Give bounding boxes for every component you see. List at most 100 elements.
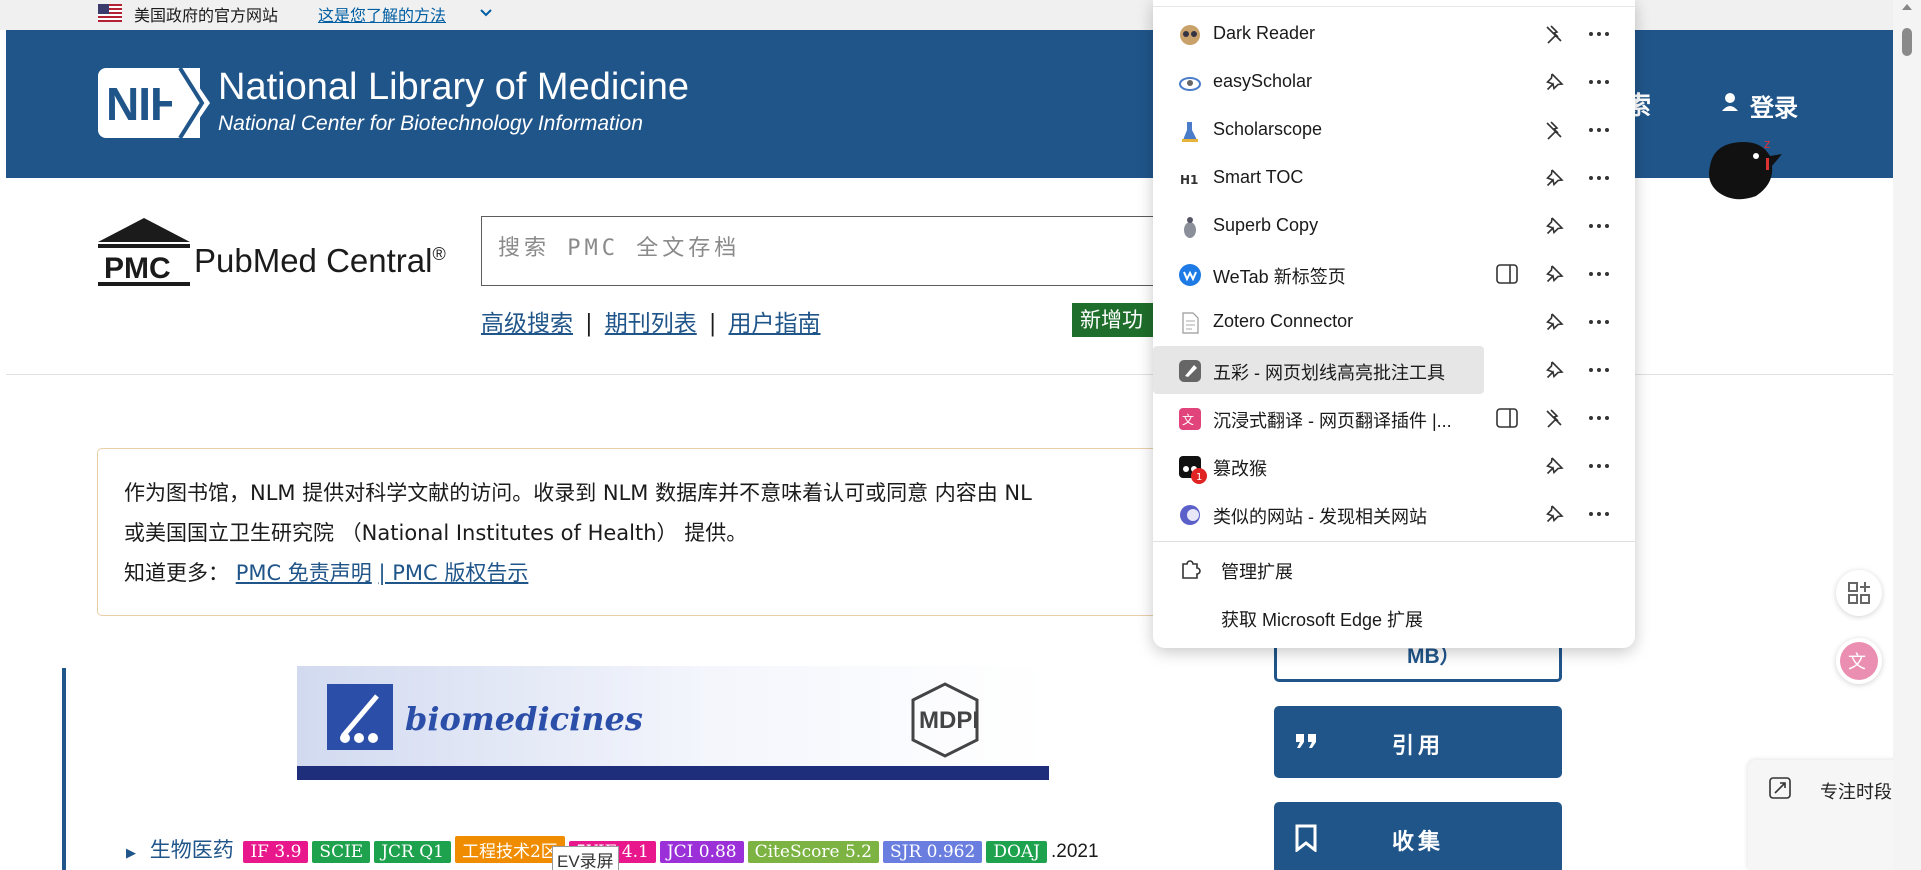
cite-button[interactable]: 引用 <box>1274 706 1562 778</box>
pin-icon[interactable] <box>1543 311 1565 333</box>
pin-icon[interactable] <box>1543 455 1565 477</box>
pin-icon[interactable] <box>1543 215 1565 237</box>
search-input[interactable] <box>496 235 1100 262</box>
more-options-icon[interactable] <box>1588 271 1610 277</box>
more-options-icon[interactable] <box>1588 367 1610 373</box>
pin-icon[interactable] <box>1543 71 1565 93</box>
more-options-icon[interactable] <box>1588 79 1610 85</box>
tag-sjr: SJR 0.962 <box>882 841 983 863</box>
extension-name: 类似的网站 - 发现相关网站 <box>1213 507 1427 527</box>
extension-item-scholarscope[interactable]: Scholarscope <box>1153 106 1635 154</box>
pin-icon[interactable] <box>1543 263 1565 285</box>
extension-item-wucai[interactable]: 五彩 - 网页划线高亮批注工具 <box>1153 346 1635 394</box>
pmc-copyright-link[interactable]: | PMC 版权告示 <box>379 561 529 585</box>
pmc-title-text: PubMed Central <box>194 242 433 279</box>
side-panel-icon[interactable] <box>1496 264 1518 284</box>
manage-extensions-link[interactable]: 管理扩展 <box>1221 558 1293 584</box>
extension-name: Scholarscope <box>1213 119 1323 139</box>
notice-line-1: 作为图书馆，NLM 提供对科学文献的访问。收录到 NLM 数据库并不意味着认可或… <box>124 481 1032 505</box>
scrollbar-thumb[interactable] <box>1902 28 1912 56</box>
dark-reader-icon <box>1180 25 1200 45</box>
journal-banner-graphic: biomedicines MDPI <box>297 666 1049 780</box>
svg-text:z: z <box>1764 137 1770 151</box>
login-button[interactable]: 登录 <box>1724 88 1798 123</box>
side-panel-icon[interactable] <box>1496 408 1518 428</box>
extension-name: 五彩 - 网页划线高亮批注工具 <box>1213 363 1445 383</box>
registered-mark: ® <box>432 244 446 264</box>
expand-triangle-icon[interactable]: ▶ <box>126 846 136 861</box>
journal-list-link[interactable]: 期刊列表 <box>605 311 697 337</box>
user-guide-link[interactable]: 用户指南 <box>729 311 821 337</box>
notice-line-3: 知道更多： PMC 免责声明 | PMC 版权告示 <box>124 557 528 587</box>
unpin-icon[interactable] <box>1543 407 1565 429</box>
pmc-disclaimer-link[interactable]: PMC 免责声明 <box>236 561 372 585</box>
more-options-icon[interactable] <box>1588 511 1610 517</box>
login-label: 登录 <box>1750 94 1798 122</box>
immersive-translate-icon: 文 <box>1179 408 1201 430</box>
tag-doaj: DOAJ <box>986 841 1047 863</box>
extension-name: 篡改猴 <box>1213 459 1267 479</box>
smart-toc-icon: H1 <box>1179 168 1201 190</box>
unpin-icon[interactable] <box>1543 119 1565 141</box>
extension-item-wetab[interactable]: WeTab 新标签页 <box>1153 250 1635 298</box>
puzzle-icon <box>1182 560 1201 579</box>
extension-item-immersive-translate[interactable]: 文 沉浸式翻译 - 网页翻译插件 |... <box>1153 394 1635 442</box>
focus-expand-icon <box>1769 777 1791 799</box>
more-options-icon[interactable] <box>1588 415 1610 421</box>
app-grid-button[interactable] <box>1836 570 1882 616</box>
ev-recorder-label[interactable]: EV录屏 <box>552 846 619 870</box>
easyscholar-icon <box>1179 77 1201 91</box>
nih-logo-chevron-icon <box>172 68 210 138</box>
scroll-up-arrow-icon[interactable] <box>1901 2 1913 12</box>
wetab-icon <box>1179 264 1201 286</box>
chevron-down-icon[interactable] <box>480 8 492 18</box>
more-options-icon[interactable] <box>1588 223 1610 229</box>
search-box <box>481 216 1181 286</box>
extension-name: Zotero Connector <box>1213 311 1354 331</box>
mdpi-logo: MDPI <box>919 707 979 734</box>
library-notice: 作为图书馆，NLM 提供对科学文献的访问。收录到 NLM 数据库并不意味着认可或… <box>97 448 1197 616</box>
extension-item-similar-sites[interactable]: 类似的网站 - 发现相关网站 <box>1153 490 1635 538</box>
unpin-icon[interactable] <box>1543 23 1565 45</box>
translate-float-button[interactable]: 文 <box>1836 638 1882 684</box>
extension-item-zotero[interactable]: Zotero Connector <box>1153 298 1635 346</box>
pin-icon[interactable] <box>1543 503 1565 525</box>
collect-button[interactable]: 收集 <box>1274 802 1562 870</box>
pin-icon[interactable] <box>1543 167 1565 189</box>
extension-item-smart-toc[interactable]: H1 Smart TOC <box>1153 154 1635 202</box>
advanced-search-link[interactable]: 高级搜索 <box>481 311 573 337</box>
pmc-title[interactable]: PubMed Central® <box>194 242 446 280</box>
more-options-icon[interactable] <box>1588 319 1610 325</box>
divider <box>1153 541 1635 542</box>
extension-item-tampermonkey[interactable]: 1 篡改猴 <box>1153 442 1635 490</box>
tag-jcr: JCR Q1 <box>374 841 451 863</box>
crow-mascot-icon[interactable]: z <box>1704 136 1784 204</box>
extension-item-easyscholar[interactable]: easyScholar <box>1153 58 1635 106</box>
extension-name: easyScholar <box>1213 71 1313 91</box>
page-scrollbar[interactable] <box>1893 0 1921 870</box>
journal-banner[interactable]: biomedicines MDPI <box>297 666 1049 780</box>
pmc-logo-text: PMC <box>104 252 171 285</box>
pmc-logo-icon[interactable]: PMC <box>96 216 192 288</box>
more-options-icon[interactable] <box>1588 463 1610 469</box>
nlm-title[interactable]: National Library of Medicine <box>218 66 689 109</box>
more-options-icon[interactable] <box>1588 175 1610 181</box>
notice-learn-more: 知道更多： <box>124 561 229 585</box>
more-options-icon[interactable] <box>1588 127 1610 133</box>
extension-item-dark-reader[interactable]: Dark Reader <box>1153 10 1635 58</box>
collect-label: 收集 <box>1391 830 1444 855</box>
us-flag-icon <box>98 4 122 22</box>
wucai-icon <box>1179 360 1201 382</box>
svg-text:文: 文 <box>1182 412 1194 427</box>
extension-name: Superb Copy <box>1213 215 1319 235</box>
notice-line-2: 或美国国立卫生研究院 （National Institutes of Healt… <box>124 521 748 545</box>
get-edge-extensions-link[interactable]: 获取 Microsoft Edge 扩展 <box>1221 606 1423 632</box>
extension-item-superb-copy[interactable]: Superb Copy <box>1153 202 1635 250</box>
journal-name[interactable]: 生物医药 <box>150 838 234 862</box>
more-options-icon[interactable] <box>1588 31 1610 37</box>
gov-banner-link[interactable]: 这是您了解的方法 <box>318 2 446 26</box>
similar-sites-icon <box>1180 505 1200 525</box>
svg-text:文: 文 <box>1848 652 1866 673</box>
pin-icon[interactable] <box>1543 359 1565 381</box>
svg-text:H1: H1 <box>1180 173 1198 187</box>
